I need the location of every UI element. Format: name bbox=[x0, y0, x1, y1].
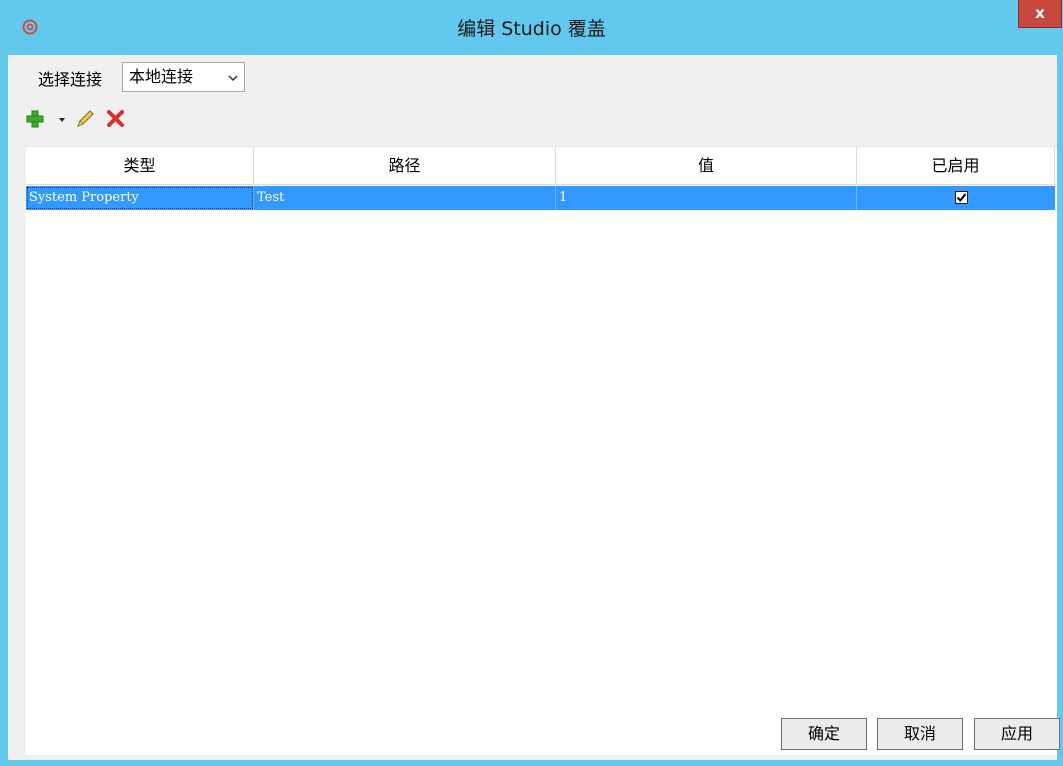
cancel-button[interactable]: 取消 bbox=[877, 718, 963, 750]
edit-pencil-icon[interactable] bbox=[73, 107, 97, 131]
connection-label: 选择连接 bbox=[38, 70, 103, 89]
cell-type[interactable]: System Property bbox=[26, 186, 254, 210]
ok-button[interactable]: 确定 bbox=[781, 718, 867, 750]
overrides-table: 类型 路径 值 已启用 System Property Test 1 bbox=[26, 146, 1057, 755]
column-header-value[interactable]: 值 bbox=[556, 147, 857, 185]
toolbar bbox=[24, 107, 224, 135]
close-button[interactable]: x bbox=[1018, 0, 1062, 28]
dialog-window: 编辑 Studio 覆盖 x 选择连接 本地连接 类型 路径 值 已启用 Sys… bbox=[0, 0, 1063, 766]
add-icon[interactable] bbox=[24, 107, 46, 131]
cell-path[interactable]: Test bbox=[254, 186, 556, 210]
title-bar[interactable]: 编辑 Studio 覆盖 x bbox=[0, 0, 1063, 55]
checkmark-icon bbox=[956, 193, 967, 203]
table-row[interactable]: System Property Test 1 bbox=[26, 186, 1055, 210]
window-title: 编辑 Studio 覆盖 bbox=[457, 18, 606, 40]
dropdown-arrow-icon[interactable] bbox=[57, 107, 67, 131]
connection-select-value: 本地连接 bbox=[129, 67, 194, 86]
cell-enabled[interactable] bbox=[857, 186, 1055, 210]
column-header-type[interactable]: 类型 bbox=[26, 147, 254, 185]
column-header-path[interactable]: 路径 bbox=[254, 147, 556, 185]
delete-icon[interactable] bbox=[104, 107, 128, 131]
chevron-down-icon bbox=[228, 75, 238, 82]
column-header-enabled[interactable]: 已启用 bbox=[857, 147, 1055, 185]
enabled-checkbox[interactable] bbox=[955, 191, 968, 204]
dialog-content: 选择连接 本地连接 类型 路径 值 已启用 System Property Te… bbox=[8, 55, 1060, 760]
cell-value[interactable]: 1 bbox=[556, 186, 857, 210]
connection-select[interactable]: 本地连接 bbox=[122, 62, 245, 92]
apply-button[interactable]: 应用 bbox=[974, 718, 1060, 750]
